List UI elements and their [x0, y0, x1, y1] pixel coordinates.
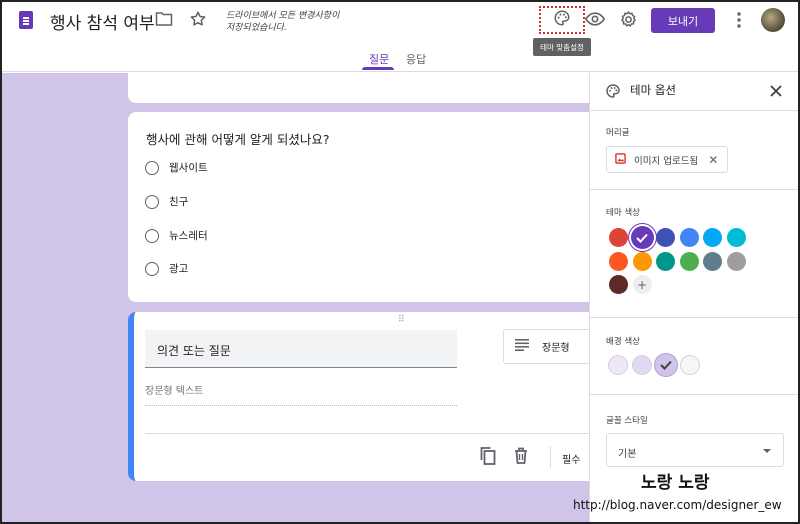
active-question-card[interactable]: ⠿ 의견 또는 질문 장문형 장문형 텍스트 필수: [128, 312, 589, 481]
check-icon: [636, 233, 648, 243]
font-style-select[interactable]: 기본: [606, 433, 784, 467]
copy-icon[interactable]: [480, 447, 496, 469]
radio-icon[interactable]: [145, 160, 159, 175]
divider: [590, 317, 800, 318]
upload-label: 이미지 업로드됨: [634, 155, 699, 167]
more-vert-icon[interactable]: [733, 11, 745, 29]
theme-color-swatch[interactable]: [609, 228, 628, 247]
image-icon: [615, 152, 626, 167]
font-style-label: 글꼴 스타일: [606, 416, 648, 426]
theme-color-swatch[interactable]: [726, 251, 746, 271]
tooltip: 테마 맞춤설정: [533, 38, 591, 56]
question-title: 행사에 관해 어떻게 알게 되셨나요?: [146, 132, 330, 147]
add-icon: +: [636, 277, 648, 292]
tab-questions[interactable]: 질문: [369, 51, 389, 67]
required-label: 필수: [562, 455, 581, 466]
check-icon: [660, 360, 672, 370]
background-color-swatch[interactable]: [632, 355, 652, 375]
watermark-title: 노랑 노랑: [641, 473, 710, 493]
trash-icon[interactable]: [514, 447, 528, 468]
question-title-input[interactable]: 의견 또는 질문: [145, 330, 457, 368]
theme-color-swatch[interactable]: [656, 228, 675, 247]
option-item[interactable]: 친구: [145, 194, 188, 209]
theme-color-swatch[interactable]: [679, 228, 699, 247]
watermark-url: http://blog.naver.com/designer_ew: [573, 498, 782, 512]
folder-icon[interactable]: [155, 11, 173, 27]
option-item[interactable]: 광고: [145, 261, 188, 276]
theme-color-swatch[interactable]: [656, 251, 675, 271]
radio-icon[interactable]: [145, 228, 159, 243]
font-style-value: 기본: [618, 449, 637, 460]
divider: [145, 433, 589, 434]
panel-title: 테마 옵션: [630, 83, 676, 97]
background-color-swatch[interactable]: [680, 355, 700, 375]
theme-color-swatch[interactable]: [632, 251, 652, 271]
avatar[interactable]: [761, 8, 785, 32]
forms-doc-icon[interactable]: [19, 11, 33, 29]
app-header: 행사 참석 여부 드라이브에서 모든 변경사항이 저장되었습니다. 테마 맞춤설…: [0, 0, 800, 72]
form-title[interactable]: 행사 참석 여부: [50, 9, 155, 34]
theme-color-swatch[interactable]: [679, 251, 699, 271]
theme-color-swatch[interactable]: [609, 275, 628, 294]
theme-color-swatch[interactable]: [726, 228, 746, 247]
theme-options-panel: 테마 옵션 머리글 이미지 업로드됨 ✕ 테마 색상 + 배경 색상 글꼴 스타…: [589, 73, 800, 524]
background-color-swatch[interactable]: [654, 353, 678, 377]
drag-handle-icon[interactable]: ⠿: [398, 315, 406, 325]
dropdown-icon: [763, 449, 771, 453]
close-icon[interactable]: [769, 83, 783, 102]
divider: [550, 446, 551, 468]
panel-header: 테마 옵션: [590, 73, 800, 111]
star-icon[interactable]: [189, 10, 207, 28]
header-section-label: 머리글: [606, 128, 630, 138]
radio-icon[interactable]: [145, 261, 159, 276]
question-type-label: 장문형: [542, 343, 570, 354]
divider: [590, 189, 800, 190]
theme-color-label: 테마 색상: [606, 208, 640, 218]
active-tab-indicator: [362, 67, 394, 70]
send-button[interactable]: 보내기: [651, 8, 715, 33]
option-label: 친구: [169, 196, 189, 208]
answer-placeholder: 장문형 텍스트: [145, 382, 457, 406]
add-color-button[interactable]: +: [632, 275, 652, 294]
theme-color-swatch[interactable]: [703, 251, 722, 271]
option-label: 웹사이트: [169, 162, 208, 174]
question-card[interactable]: 행사에 관해 어떻게 알게 되셨나요? 웹사이트 친구 뉴스레터 광고: [128, 112, 589, 302]
option-item[interactable]: 웹사이트: [145, 160, 208, 175]
background-color-label: 배경 색상: [606, 337, 640, 347]
customize-theme-button[interactable]: [539, 6, 585, 34]
header-image-chip[interactable]: 이미지 업로드됨 ✕: [606, 146, 728, 173]
option-label: 뉴스레터: [169, 230, 208, 242]
background-color-swatch[interactable]: [608, 355, 628, 375]
radio-icon[interactable]: [145, 194, 159, 209]
long-text-icon: [515, 339, 529, 354]
gear-icon[interactable]: [619, 10, 638, 29]
remove-image-icon[interactable]: ✕: [708, 153, 718, 167]
question-type-select[interactable]: 장문형: [503, 329, 589, 364]
option-item[interactable]: 뉴스레터: [145, 228, 208, 243]
form-canvas: 행사에 관해 어떻게 알게 되셨나요? 웹사이트 친구 뉴스레터 광고 ⠿ 의견…: [0, 73, 589, 524]
palette-icon: [605, 83, 621, 103]
divider: [590, 394, 800, 395]
saved-status: 드라이브에서 모든 변경사항이 저장되었습니다.: [226, 11, 340, 33]
theme-color-swatch[interactable]: [630, 226, 654, 249]
previous-question-card[interactable]: [128, 73, 589, 103]
option-label: 광고: [169, 263, 189, 275]
tab-responses[interactable]: 응답: [406, 51, 426, 67]
theme-color-swatch[interactable]: [703, 228, 722, 247]
palette-icon: [553, 9, 571, 31]
eye-icon[interactable]: [585, 10, 605, 28]
theme-color-swatch[interactable]: [609, 251, 628, 271]
